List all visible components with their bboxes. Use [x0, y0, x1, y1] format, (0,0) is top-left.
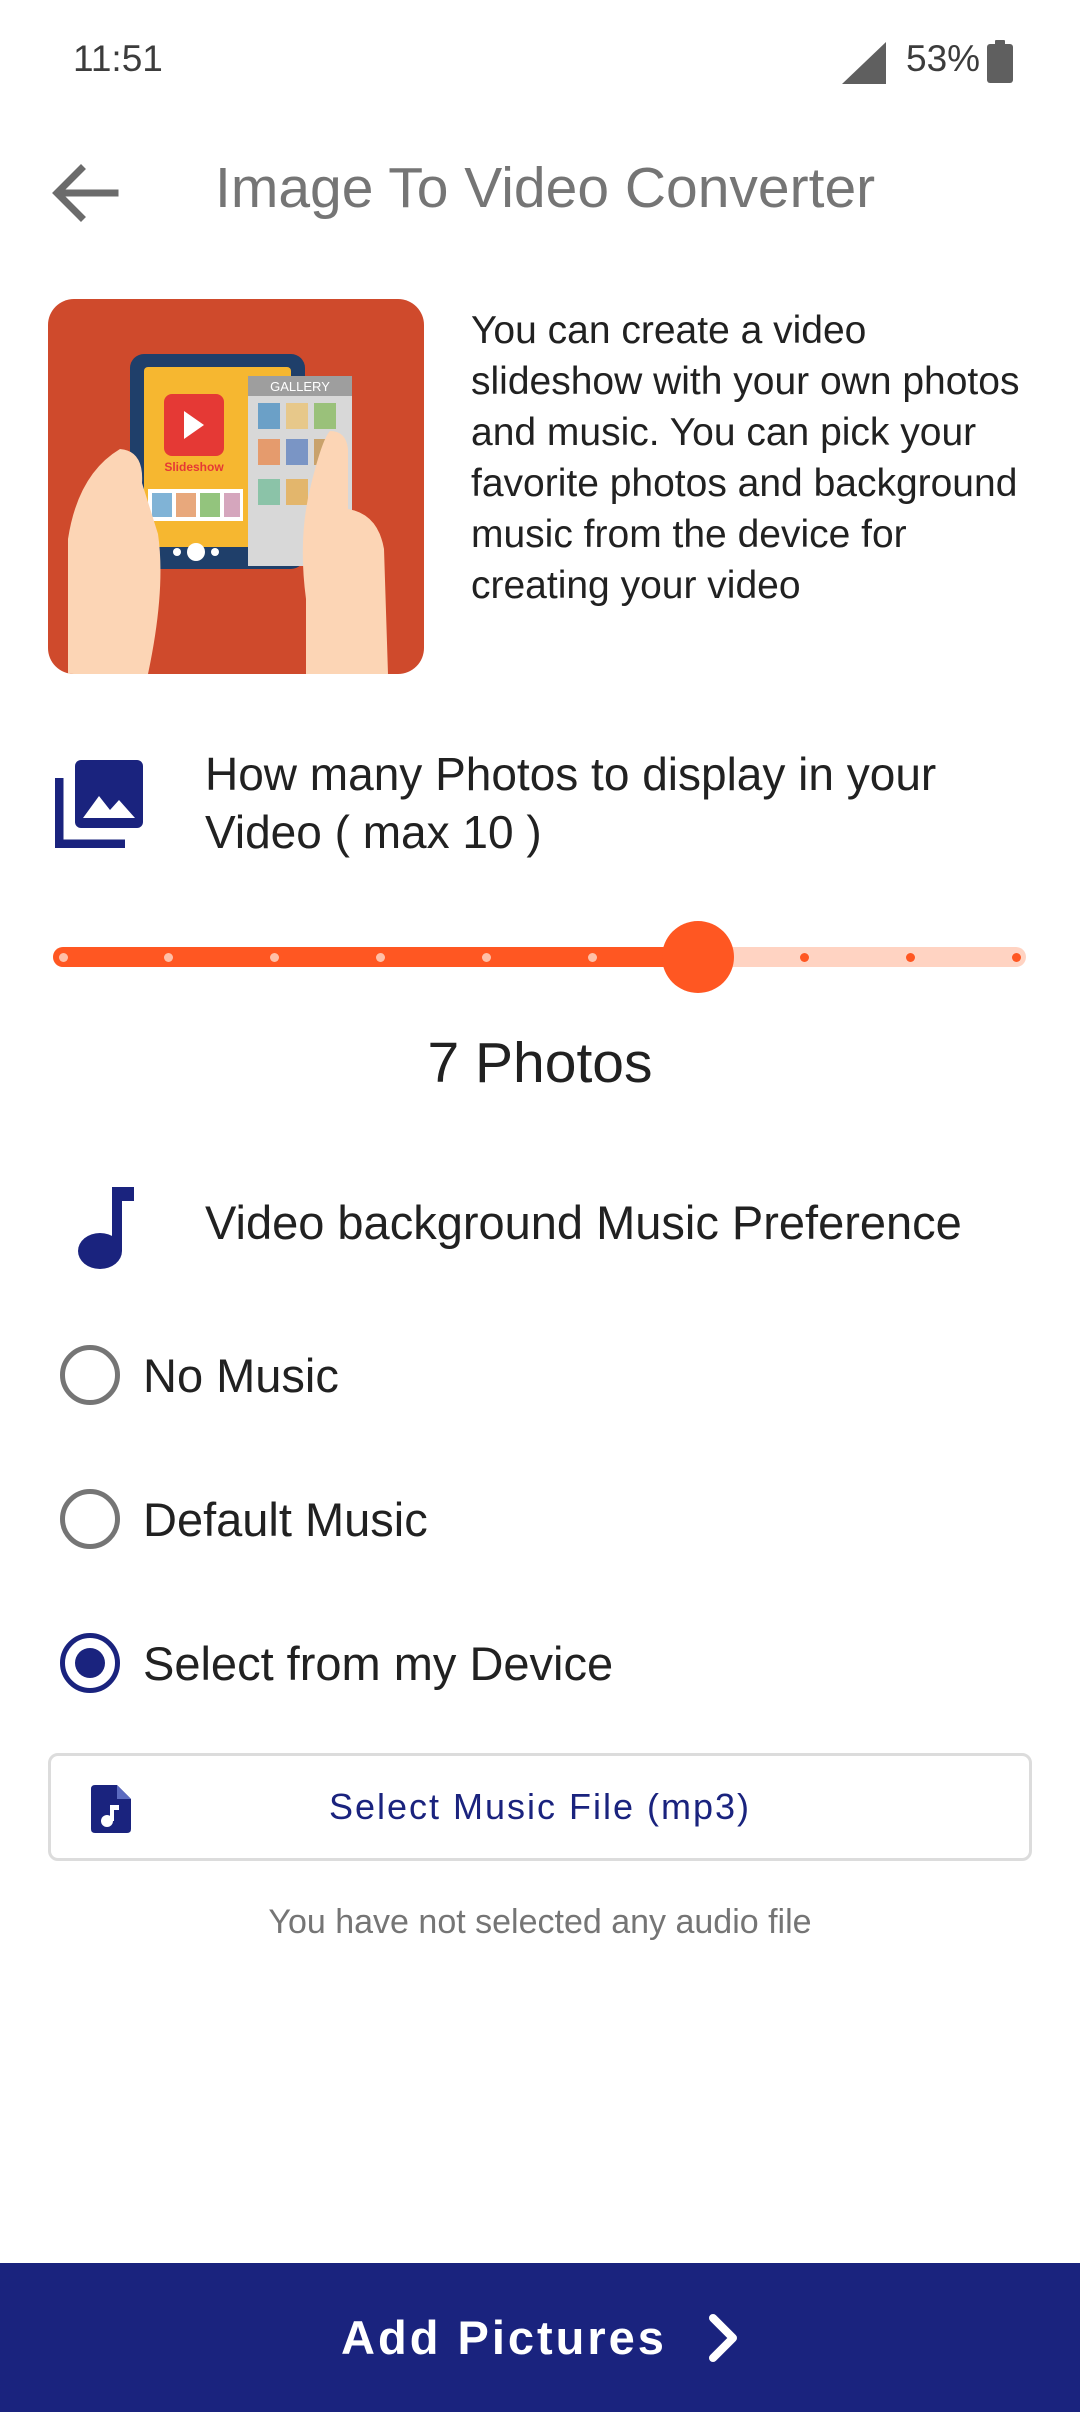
- audio-file-status: You have not selected any audio file: [268, 1903, 812, 1941]
- radio-button[interactable]: [60, 1489, 120, 1549]
- status-bar: 11:51 53%: [0, 0, 1080, 125]
- slider-tick-dot: [1011, 953, 1021, 962]
- add-pictures-button[interactable]: Add Pictures: [0, 2263, 1080, 2412]
- page-title: Image To Video Converter: [215, 156, 876, 220]
- photos-count-slider[interactable]: [53, 921, 1026, 993]
- add-pictures-label: Add Pictures: [341, 2311, 667, 2364]
- intro-description: You can create a video slideshow with yo…: [471, 309, 1020, 607]
- select-music-file-button[interactable]: Select Music File (mp3): [48, 1753, 1032, 1861]
- radio-button[interactable]: [60, 1633, 120, 1693]
- slider-tick-dot: [482, 953, 492, 962]
- radio-default-music[interactable]: Default Music: [60, 1479, 960, 1559]
- photo-library-icon: [55, 760, 143, 848]
- music-note-icon: [78, 1187, 134, 1269]
- slider-tick-dot: [58, 953, 68, 962]
- select-music-file-label: Select Music File (mp3): [328, 1786, 752, 1827]
- radio-button[interactable]: [60, 1345, 120, 1405]
- radio-select-from-device[interactable]: Select from my Device: [60, 1623, 960, 1703]
- gallery-text: GALLERY: [270, 379, 330, 394]
- slider-tick-dot: [587, 953, 597, 962]
- signal-icon: [842, 42, 886, 84]
- radio-label: No Music: [143, 1348, 339, 1402]
- battery-percentage: 53%: [906, 38, 981, 79]
- status-time: 11:51: [73, 38, 163, 79]
- music-preference-label: Video background Music Preference: [205, 1196, 962, 1249]
- slideshow-illustration: GALLERY Slideshow: [48, 299, 424, 674]
- radio-label: Select from my Device: [143, 1636, 614, 1690]
- arrow-back-icon: [52, 164, 119, 222]
- app-bar: Image To Video Converter: [0, 125, 1080, 255]
- slider-tick-dot: [799, 953, 809, 962]
- slideshow-text: Slideshow: [164, 460, 224, 474]
- photos-count-label: How many Photos to display in your Video…: [205, 748, 937, 858]
- radio-no-music[interactable]: No Music: [60, 1335, 960, 1415]
- photos-count-value: 7 Photos: [427, 1031, 653, 1095]
- radio-label: Default Music: [143, 1492, 428, 1546]
- chevron-right-icon: [708, 2313, 737, 2362]
- slider-thumb[interactable]: [662, 921, 735, 993]
- battery-icon: [987, 40, 1013, 83]
- back-button[interactable]: [40, 153, 130, 233]
- slider-tick-dot: [905, 953, 915, 962]
